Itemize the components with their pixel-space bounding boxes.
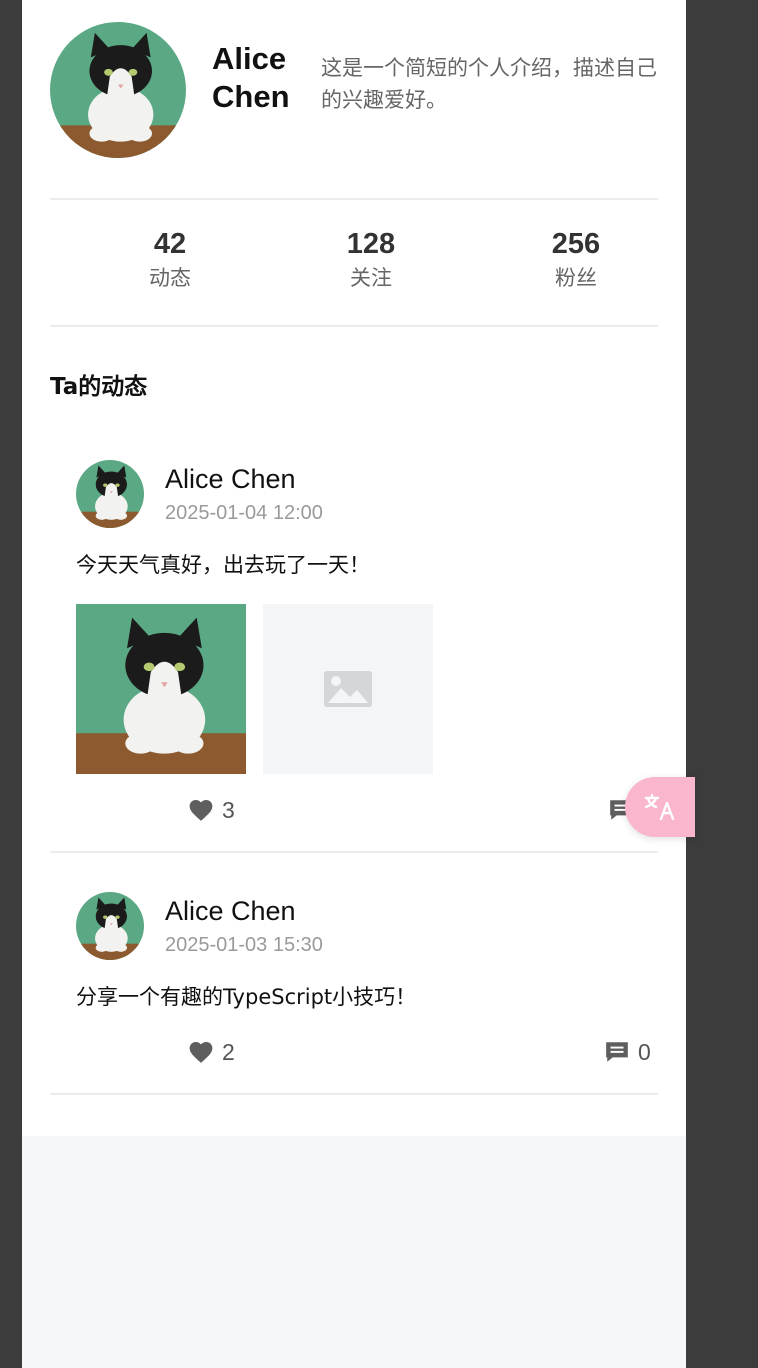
profile-content: Alice Chen 这是一个简短的个人介绍，描述自己的兴趣爱好。 42 动态 … — [22, 0, 686, 1136]
user-name: Alice Chen — [212, 40, 312, 116]
like-count: 2 — [222, 1039, 235, 1065]
translate-button[interactable] — [625, 777, 695, 837]
heart-icon — [189, 1042, 213, 1063]
divider — [50, 1093, 658, 1095]
post-avatar[interactable] — [76, 892, 144, 960]
divider — [50, 851, 658, 853]
post-card[interactable]: Alice Chen 2025-01-03 15:30 分享一个有趣的TypeS… — [50, 892, 658, 1092]
user-name-last: Chen — [212, 79, 290, 114]
avatar[interactable] — [50, 22, 186, 158]
post-time: 2025-01-04 12:00 — [165, 502, 323, 524]
stat-value: 42 — [153, 228, 187, 260]
post-author[interactable]: Alice Chen — [165, 460, 296, 498]
post-text: 分享一个有趣的TypeScript小技巧！ — [76, 985, 417, 1009]
divider — [50, 198, 658, 200]
user-bio: 这是一个简短的个人介绍，描述自己的兴趣爱好。 — [321, 56, 657, 112]
section-title: Ta的动态 — [50, 374, 148, 400]
post-avatar[interactable] — [76, 460, 144, 528]
comment-count: 0 — [638, 1039, 651, 1065]
user-name-first: Alice — [212, 41, 287, 76]
comment-icon — [606, 1042, 628, 1062]
stat-label: 粉丝 — [555, 266, 597, 290]
stat-following[interactable]: 128 关注 — [291, 226, 451, 294]
stat-value: 128 — [346, 228, 396, 260]
like-button[interactable]: 3 — [188, 795, 235, 825]
like-button[interactable]: 2 — [188, 1037, 235, 1067]
translate-icon — [644, 793, 675, 821]
profile-header: Alice Chen 这是一个简短的个人介绍，描述自己的兴趣爱好。 — [50, 22, 658, 162]
stat-followers[interactable]: 256 粉丝 — [496, 226, 656, 294]
comment-button[interactable]: 0 — [604, 1037, 651, 1067]
post-card[interactable]: Alice Chen 2025-01-04 12:00 今天天气真好，出去玩了一… — [50, 460, 658, 852]
image-placeholder-icon — [324, 671, 372, 707]
stat-value: 256 — [551, 228, 601, 260]
stat-label: 关注 — [350, 266, 392, 290]
like-count: 3 — [222, 797, 235, 823]
post-image[interactable] — [76, 604, 246, 774]
post-author[interactable]: Alice Chen — [165, 892, 296, 930]
stat-posts[interactable]: 42 动态 — [90, 226, 250, 294]
divider — [50, 325, 658, 327]
heart-icon — [189, 800, 213, 821]
post-text: 今天天气真好，出去玩了一天！ — [76, 553, 370, 577]
stats-bar: 42 动态 128 关注 256 粉丝 — [50, 226, 658, 302]
stat-label: 动态 — [149, 266, 191, 290]
post-image-placeholder[interactable] — [263, 604, 433, 774]
post-time: 2025-01-03 15:30 — [165, 934, 323, 956]
profile-page: Alice Chen 这是一个简短的个人介绍，描述自己的兴趣爱好。 42 动态 … — [22, 0, 686, 1368]
